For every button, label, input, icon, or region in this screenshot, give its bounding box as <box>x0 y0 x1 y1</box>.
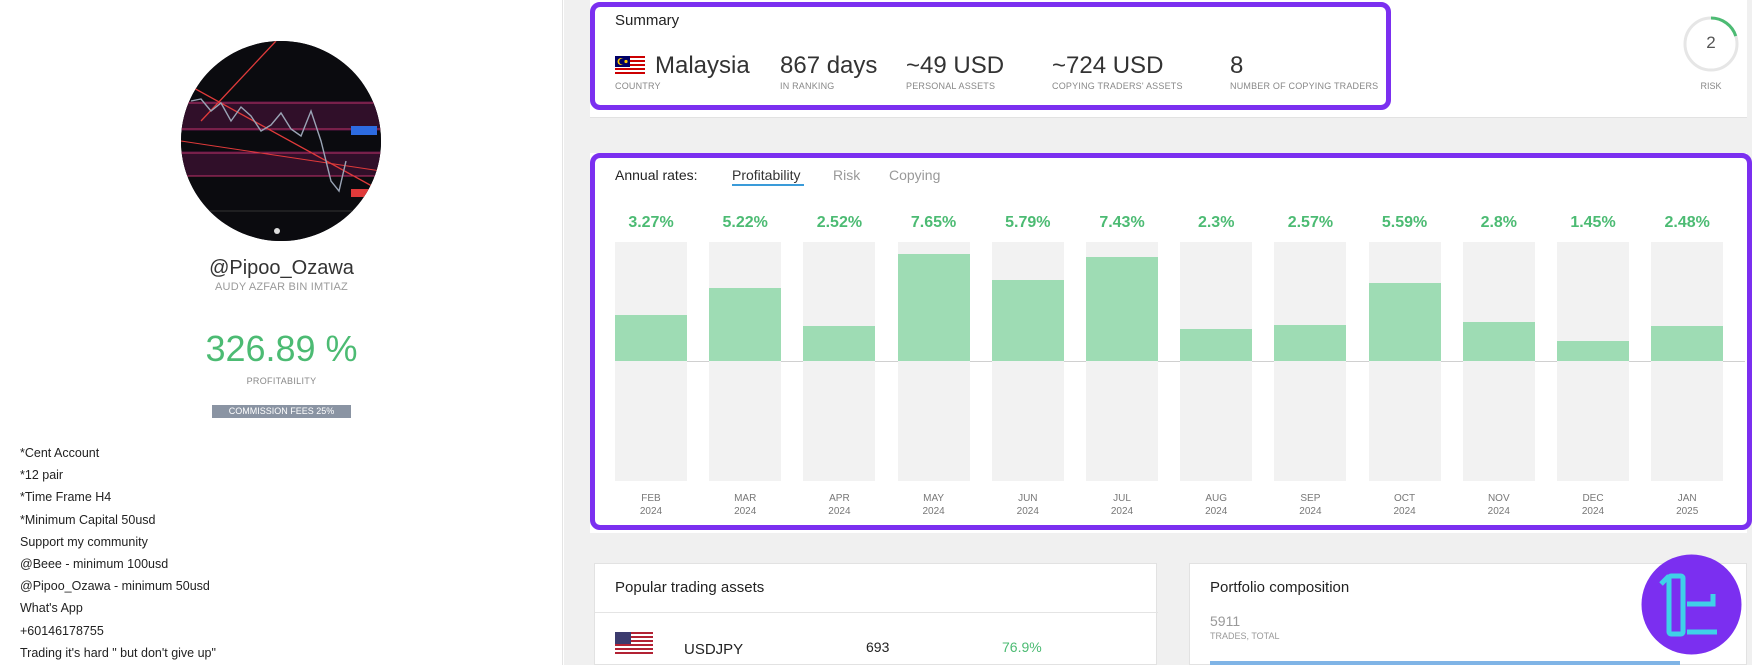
description-line: What's App <box>20 601 83 616</box>
full-name: AUDY AZFAR BIN IMTIAZ <box>215 281 348 293</box>
us-flag-icon <box>615 632 653 657</box>
description-line: @Beee - minimum 100usd <box>20 556 169 571</box>
popular-assets-title: Popular trading assets <box>615 579 765 596</box>
bar-value-label: 1.45% <box>1570 214 1616 231</box>
asset-trades: 693 <box>866 639 890 655</box>
bar-track <box>991 242 1064 481</box>
avatar-chart-image <box>181 41 381 241</box>
assets-divider <box>595 612 1158 613</box>
description-line: Support my community <box>20 534 148 549</box>
bar-value-label: 7.43% <box>1099 214 1145 231</box>
commission-badge: COMMISSION FEES 25% <box>212 405 351 418</box>
avatar[interactable] <box>181 41 381 241</box>
bar[interactable] <box>709 287 782 361</box>
bar[interactable] <box>1462 321 1535 361</box>
profitability-value: 326.89 % <box>205 328 358 369</box>
annual-rates-chart: 3.27% FEB 2024 5.22% MAR 2024 2.52% APR 2024 7.65… <box>615 0 1745 665</box>
bar[interactable] <box>615 315 687 361</box>
bar-track <box>803 242 876 481</box>
asset-symbol[interactable]: USDJPY <box>684 641 743 658</box>
description-line: *Cent Account <box>20 446 100 460</box>
description-line: +60146178755 <box>20 623 104 638</box>
bar-track <box>1557 242 1629 481</box>
bar-value-label: 7.65% <box>910 214 957 231</box>
bar-track <box>1651 242 1724 481</box>
portfolio-total-value: 5911 <box>1210 613 1241 629</box>
bar[interactable] <box>1086 256 1158 361</box>
bar[interactable] <box>991 279 1064 361</box>
month-tick-label: SEP 2024 <box>1299 493 1322 517</box>
description-line: *12 pair <box>20 468 64 483</box>
description-line: Trading it's hard " but don't give up" <box>20 645 216 660</box>
bar-track <box>1462 242 1535 481</box>
bar-value-label: 3.27% <box>628 214 674 231</box>
bar[interactable] <box>1180 328 1253 361</box>
month-tick-label: APR 2024 <box>828 493 851 517</box>
month-tick-label: MAY 2024 <box>922 493 945 517</box>
profile-panel: @Pipoo_Ozawa AUDY AZFAR BIN IMTIAZ 326.8… <box>0 0 563 665</box>
description-line: *Time Frame H4 <box>20 490 112 505</box>
description-line: *Minimum Capital 50usd <box>20 512 156 527</box>
bar-value-label: 2.8% <box>1480 214 1518 231</box>
brand-logo-icon <box>1641 554 1742 655</box>
bar-track <box>1368 242 1441 481</box>
bar-value-label: 2.48% <box>1664 214 1710 231</box>
month-tick-label: JUL 2024 <box>1110 493 1134 517</box>
bar-value-label: 2.52% <box>816 214 863 231</box>
month-tick-label: AUG 2024 <box>1205 493 1228 517</box>
bar[interactable] <box>1368 282 1441 361</box>
asset-profitable: 76.9% <box>1002 639 1042 655</box>
bar[interactable] <box>1557 340 1629 361</box>
month-tick-label: JUN 2024 <box>1016 493 1039 517</box>
bar-value-label: 2.57% <box>1287 214 1334 231</box>
profitability-label: PROFITABILITY <box>246 376 317 386</box>
month-tick-label: NOV 2024 <box>1487 493 1510 517</box>
bar[interactable] <box>1651 326 1724 361</box>
month-tick-label: MAR 2024 <box>734 493 757 517</box>
bar-track <box>615 242 687 481</box>
month-tick-label: OCT 2024 <box>1393 493 1416 517</box>
portfolio-title: Portfolio composition <box>1210 579 1350 596</box>
bar-value-label: 5.59% <box>1381 214 1428 231</box>
bar-track <box>1274 242 1347 481</box>
bar-value-label: 5.79% <box>1005 214 1051 231</box>
bar[interactable] <box>897 253 970 361</box>
portfolio-total-label: TRADES, TOTAL <box>1210 631 1280 641</box>
bar[interactable] <box>803 325 876 361</box>
description-line: @Pipoo_Ozawa - minimum 50usd <box>20 579 210 594</box>
bar-value-label: 2.3% <box>1197 214 1235 231</box>
profile-description: *Cent Account *12 pair *Time Frame H4 *M… <box>20 442 540 664</box>
username: @Pipoo_Ozawa <box>209 257 354 279</box>
bar[interactable] <box>1274 325 1347 361</box>
month-tick-label: JAN 2025 <box>1676 493 1699 517</box>
bar-track <box>709 242 782 481</box>
month-tick-label: DEC 2024 <box>1581 493 1605 517</box>
bar-value-label: 5.22% <box>722 214 768 231</box>
month-tick-label: FEB 2024 <box>639 493 663 517</box>
bar-track <box>1180 242 1253 481</box>
portfolio-bar <box>1210 661 1680 665</box>
